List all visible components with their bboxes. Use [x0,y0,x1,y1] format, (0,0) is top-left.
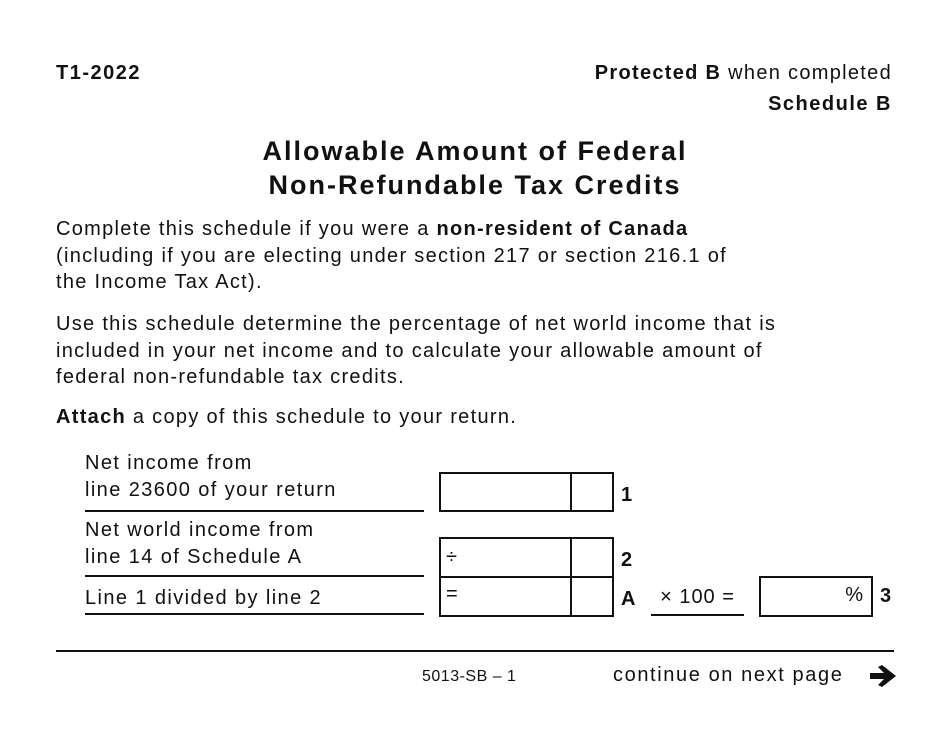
title-line-2: Non-Refundable Tax Credits [268,170,682,200]
p2-line-3: federal non-refundable tax credits. [56,366,406,388]
line-1-amount-field[interactable] [439,472,614,512]
protected-suffix: when completed [721,62,892,84]
line-A-amount-field[interactable]: = [441,577,612,615]
line-2-label-text-1: Net world income from [85,519,315,541]
intro-paragraph-2: Use this schedule determine the percenta… [56,311,916,391]
line-2-A-amount-fields: ÷ = [439,537,614,617]
p2-line-1: Use this schedule determine the percenta… [56,313,777,335]
line-A-label: Line 1 divided by line 2 [85,585,424,615]
line-number-2: 2 [621,549,633,571]
line-2-label: Net world income from line 14 of Schedul… [85,517,424,577]
multiply-by-100-label: × 100 = [651,586,744,616]
line-2-A-cents-fields[interactable] [570,539,572,615]
continue-on-next-page: continue on next page [613,664,844,686]
title-line-1: Allowable Amount of Federal [262,136,688,166]
right-arrow-icon [870,665,896,687]
form-id: T1-2022 [56,62,141,84]
intro-paragraph-1: Complete this schedule if you were a non… [56,216,916,296]
percent-sign: % [845,584,863,606]
protected-label: Protected B [594,62,722,84]
percentage-field[interactable]: % [759,576,873,617]
line-2-amount-field[interactable]: ÷ [441,539,612,577]
divide-icon: ÷ [446,546,457,568]
line-number-A: A [621,588,636,610]
attach-bold: Attach [56,406,127,428]
line-1-label: Net income from line 23600 of your retur… [85,450,424,512]
line-A-label-text: Line 1 divided by line 2 [85,587,323,609]
attach-text: a copy of this schedule to your return. [126,406,518,428]
p2-line-2: included in your net income and to calcu… [56,339,763,362]
page-title: Allowable Amount of Federal Non-Refundab… [0,134,950,202]
schedule-label: Schedule B [768,93,892,115]
form-code: 5013-SB – 1 [422,668,517,685]
p1-line-3: the Income Tax Act). [56,271,263,293]
line-1-label-text-1: Net income from [85,452,253,474]
attach-instruction: Attach a copy of this schedule to your r… [56,404,916,431]
protected-notice: Protected B when completed [595,62,892,85]
footer-divider [56,650,894,652]
p1-bold-text: non-resident of Canada [436,218,689,240]
p1-text: Complete this schedule if you were a [56,218,437,240]
equals-icon: = [446,583,458,605]
line-1-cents-field[interactable] [570,474,572,510]
line-2-label-text-2: line 14 of Schedule A [85,545,303,568]
p1-line-2: (including if you are electing under sec… [56,244,727,267]
line-number-1: 1 [621,484,633,506]
line-1-label-text-2: line 23600 of your return [85,478,337,501]
line-number-3: 3 [880,585,892,607]
